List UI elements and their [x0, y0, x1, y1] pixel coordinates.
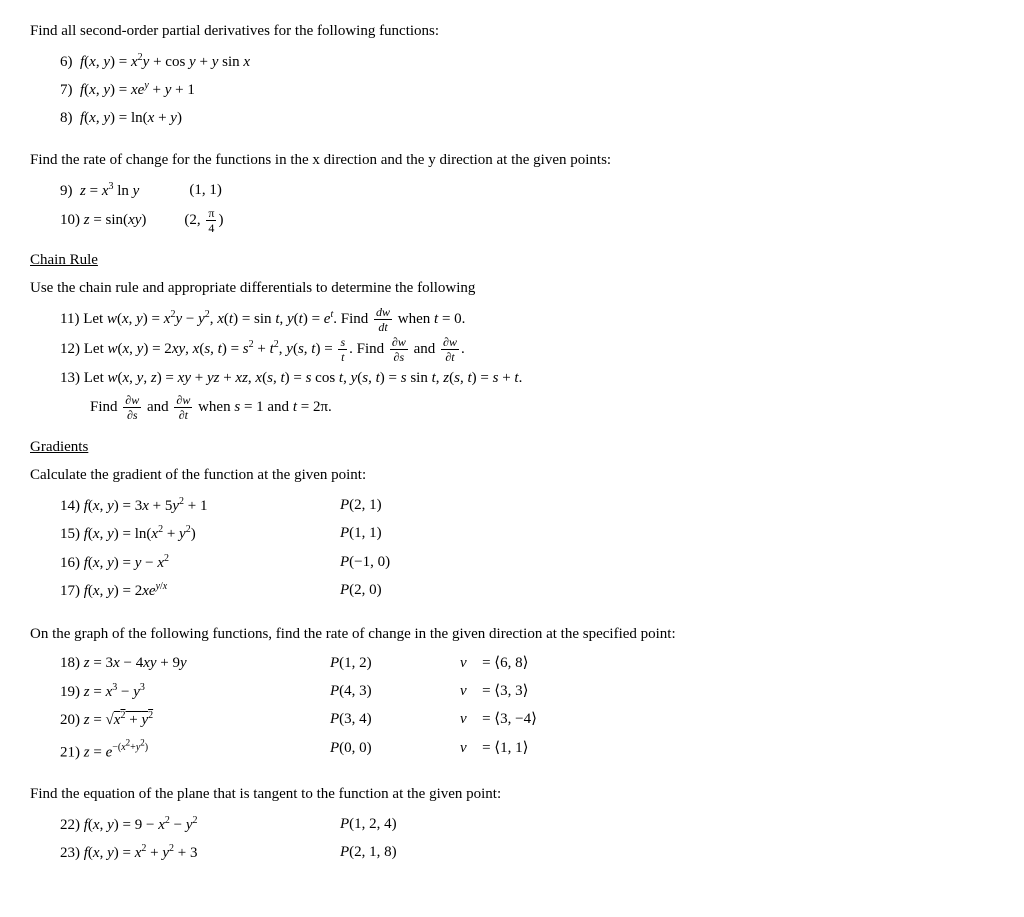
partial-w-t-12: ∂w∂t — [441, 336, 459, 363]
problem-9-row: 9) z = x3 ln y (1, 1) — [60, 178, 994, 205]
problem-18: 18) z = 3x − 4xy + 9y — [60, 651, 330, 677]
section-tangent: Find the equation of the plane that is t… — [30, 783, 994, 867]
problem-20-row: 20) z = √x2 + y2 P(3, 4) v⃗ = ⟨3, −4⟩ — [60, 707, 994, 734]
problem-22: 22) f(x, y) = 9 − x2 − y2 — [60, 812, 340, 839]
chain-rule-problems: 11) Let w(x, y) = x2y − y2, x(t) = sin t… — [60, 306, 994, 422]
partial-w-s-12: ∂w∂s — [390, 336, 408, 363]
problem-20-vec: v⃗ = ⟨3, −4⟩ — [460, 707, 537, 734]
gradients-title: Gradients — [30, 439, 994, 456]
problem-9: 9) z = x3 ln y — [60, 178, 139, 205]
problem-18-point: P(1, 2) — [330, 651, 460, 677]
problem-19-vec: v⃗ = ⟨3, 3⟩ — [460, 679, 529, 706]
dw-dt-frac: dwdt — [374, 306, 392, 333]
problem-20: 20) z = √x2 + y2 — [60, 707, 330, 734]
pi-over-4: π4 — [206, 207, 216, 234]
problem-7: 7) f(x, y) = xey + y + 1 — [60, 77, 994, 104]
problem-19: 19) z = x3 − y3 — [60, 679, 330, 706]
problem-23-row: 23) f(x, y) = x2 + y2 + 3 P(2, 1, 8) — [60, 840, 994, 867]
problems-6-8: 6) f(x, y) = x2y + cos y + y sin x 7) f(… — [60, 49, 994, 132]
s-over-t: st — [338, 336, 347, 363]
partial-w-t-13: ∂w∂t — [174, 394, 192, 421]
problems-9-10: 9) z = x3 ln y (1, 1) 10) z = sin(xy) ⁡(… — [60, 178, 994, 235]
directional-intro: On the graph of the following functions,… — [30, 623, 994, 646]
problem-14-row: 14) f(x, y) = 3x + 5y2 + 1 P(2, 1) — [60, 493, 994, 520]
problem-12: 12) Let w(x, y) = 2xy, x(s, t) = s2 + t2… — [60, 336, 994, 363]
problem-16-point: P(−1, 0) — [340, 550, 390, 577]
problem-14-point: P(2, 1) — [340, 493, 382, 520]
section-rate-of-change: Find the rate of change for the function… — [30, 149, 994, 234]
gradients-intro: Calculate the gradient of the function a… — [30, 464, 994, 487]
problem-15-row: 15) f(x, y) = ln(x2 + y2) P(1, 1) — [60, 521, 994, 548]
problem-21-point: P(0, 0) — [330, 736, 460, 766]
problem-15: 15) f(x, y) = ln(x2 + y2) — [60, 521, 340, 548]
chain-rule-title: Chain Rule — [30, 252, 994, 269]
problem-8: 8) f(x, y) = ln(x + y) — [60, 106, 994, 132]
problem-18-vec: v⃗ = ⟨6, 8⟩ — [460, 651, 529, 677]
partial-w-s-13: ∂w∂s — [123, 394, 141, 421]
problem-19-point: P(4, 3) — [330, 679, 460, 706]
problem-21-vec: v⃗ = ⟨1, 1⟩ — [460, 736, 529, 766]
problem-17-row: 17) f(x, y) = 2xey/x P(2, 0) — [60, 578, 994, 605]
problem-13: 13) Let w(x, y, z) = xy + yz + xz, x(s, … — [60, 366, 994, 392]
problem-10-row: 10) z = sin(xy) ⁡(2, π4 ) — [60, 207, 994, 234]
problem-10-point: ⁡(2, π4 ) — [184, 207, 223, 234]
problem-17: 17) f(x, y) = 2xey/x — [60, 578, 340, 605]
problem-10: 10) z = sin(xy) — [60, 208, 146, 234]
problem-21: 21) z = e−(x2+y2) — [60, 736, 330, 766]
directional-problems: 18) z = 3x − 4xy + 9y P(1, 2) v⃗ = ⟨6, 8… — [60, 651, 994, 765]
problem-16-row: 16) f(x, y) = y − x2 P(−1, 0) — [60, 550, 994, 577]
problem-20-point: P(3, 4) — [330, 707, 460, 734]
problem-19-row: 19) z = x3 − y3 P(4, 3) v⃗ = ⟨3, 3⟩ — [60, 679, 994, 706]
problem-9-point: (1, 1) — [189, 178, 222, 205]
page-content: Find all second-order partial derivative… — [30, 20, 994, 867]
problem-22-point: P(1, 2, 4) — [340, 812, 397, 839]
problem-11: 11) Let w(x, y) = x2y − y2, x(t) = sin t… — [60, 306, 994, 333]
section-gradients: Gradients Calculate the gradient of the … — [30, 439, 994, 605]
gradient-problems: 14) f(x, y) = 3x + 5y2 + 1 P(2, 1) 15) f… — [60, 493, 994, 605]
intro-text-2: Find the rate of change for the function… — [30, 149, 994, 172]
problem-23: 23) f(x, y) = x2 + y2 + 3 — [60, 840, 340, 867]
problem-15-point: P(1, 1) — [340, 521, 382, 548]
problem-21-row: 21) z = e−(x2+y2) P(0, 0) v⃗ = ⟨1, 1⟩ — [60, 736, 994, 766]
problem-6: 6) f(x, y) = x2y + cos y + y sin x — [60, 49, 994, 76]
problem-16: 16) f(x, y) = y − x2 — [60, 550, 340, 577]
problem-22-row: 22) f(x, y) = 9 − x2 − y2 P(1, 2, 4) — [60, 812, 994, 839]
section-chain-rule: Chain Rule Use the chain rule and approp… — [30, 252, 994, 421]
tangent-problems: 22) f(x, y) = 9 − x2 − y2 P(1, 2, 4) 23)… — [60, 812, 994, 867]
problem-18-row: 18) z = 3x − 4xy + 9y P(1, 2) v⃗ = ⟨6, 8… — [60, 651, 994, 677]
section-directional: On the graph of the following functions,… — [30, 623, 994, 766]
tangent-intro: Find the equation of the plane that is t… — [30, 783, 994, 806]
chain-rule-intro: Use the chain rule and appropriate diffe… — [30, 277, 994, 300]
problem-23-point: P(2, 1, 8) — [340, 840, 397, 867]
section-second-order: Find all second-order partial derivative… — [30, 20, 994, 131]
problem-14: 14) f(x, y) = 3x + 5y2 + 1 — [60, 493, 340, 520]
intro-text-1: Find all second-order partial derivative… — [30, 20, 994, 43]
problem-17-point: P(2, 0) — [340, 578, 382, 605]
problem-13-find: Find ∂w∂s and ∂w∂t when s = 1 and t = 2π… — [90, 394, 994, 421]
